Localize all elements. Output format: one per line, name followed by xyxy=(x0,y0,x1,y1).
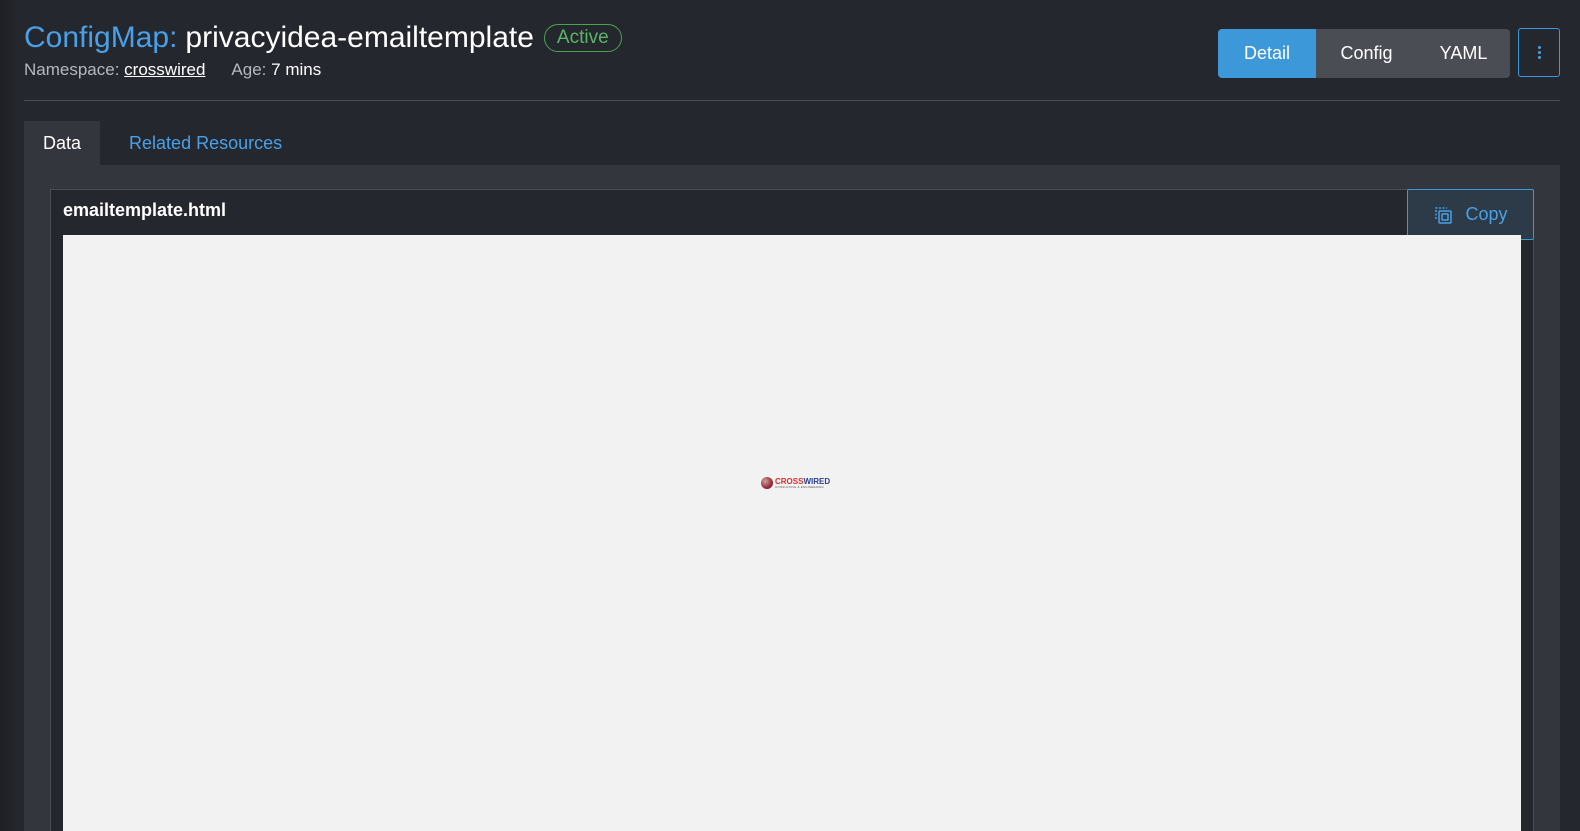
tab-related-resources[interactable]: Related Resources xyxy=(100,121,301,165)
view-mode-switch: Detail Config YAML xyxy=(1218,29,1510,78)
copy-button[interactable]: Copy xyxy=(1407,189,1534,240)
config-button[interactable]: Config xyxy=(1316,29,1417,78)
crosswired-logo: CROSSWIRED CONSULTING & ENGINEERING xyxy=(761,477,830,489)
detail-button[interactable]: Detail xyxy=(1218,29,1316,78)
more-actions-button[interactable] xyxy=(1518,28,1560,77)
tab-data[interactable]: Data xyxy=(24,121,101,165)
age-meta: Age: 7 mins xyxy=(231,60,321,80)
copy-button-label: Copy xyxy=(1465,204,1508,224)
age-label: Age: xyxy=(231,60,267,79)
yaml-button[interactable]: YAML xyxy=(1417,29,1510,78)
logo-text: CROSSWIRED CONSULTING & ENGINEERING xyxy=(775,477,830,489)
html-preview: CROSSWIRED CONSULTING & ENGINEERING xyxy=(63,235,1521,831)
logo-tagline: CONSULTING & ENGINEERING xyxy=(775,484,824,489)
namespace-link[interactable]: crosswired xyxy=(124,60,205,79)
globe-icon xyxy=(761,477,773,489)
status-badge: Active xyxy=(543,24,622,52)
vertical-ellipsis-icon xyxy=(1537,46,1541,59)
age-value: 7 mins xyxy=(271,60,322,79)
data-key-title: emailtemplate.html xyxy=(63,200,227,220)
tab-panel-data: emailtemplate.html Copy CROSSWIRED CONSU… xyxy=(24,165,1560,831)
resource-header: ConfigMap: privacyidea-emailtemplate Act… xyxy=(24,16,1560,101)
resource-name: privacyidea-emailtemplate xyxy=(185,21,534,54)
page-title: ConfigMap: privacyidea-emailtemplate Act… xyxy=(24,18,622,58)
resource-type: ConfigMap: xyxy=(24,21,178,54)
detail-tabs: Data Related Resources xyxy=(24,121,301,165)
namespace-meta: Namespace: crosswired xyxy=(24,60,205,80)
resource-meta: Namespace: crosswired Age: 7 mins xyxy=(24,60,321,80)
page: ConfigMap: privacyidea-emailtemplate Act… xyxy=(0,0,1580,831)
namespace-label: Namespace: xyxy=(24,60,120,79)
data-item-card: emailtemplate.html Copy CROSSWIRED CONSU… xyxy=(50,189,1534,831)
copy-icon xyxy=(1435,206,1453,224)
